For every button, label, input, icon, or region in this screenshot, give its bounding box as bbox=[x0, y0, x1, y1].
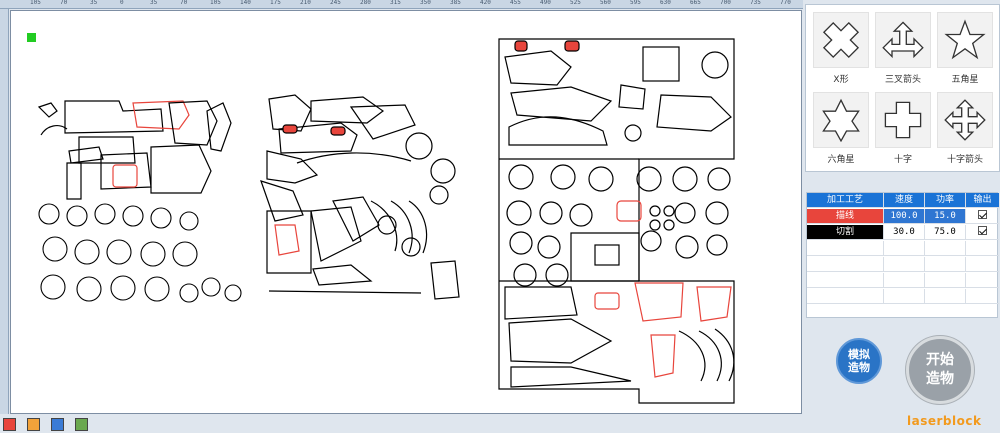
output-checkbox[interactable] bbox=[978, 226, 987, 235]
speed-value[interactable]: 30.0 bbox=[884, 225, 925, 240]
ruler-tick-label: 35 bbox=[90, 0, 98, 6]
shape-library-panel: X形 三叉箭头 五角星六角星 十字 十字箭头 bbox=[805, 4, 1000, 172]
ruler-tick-label: 455 bbox=[510, 0, 521, 6]
table-row-trace[interactable]: 描线 100.0 15.0 bbox=[807, 209, 999, 224]
table-header-row: 加工工艺 速度 功率 输出 bbox=[807, 193, 999, 208]
shape-label: 十字箭头 bbox=[946, 155, 983, 165]
ruler-tick-label: 385 bbox=[450, 0, 461, 6]
layer-color-swatch[interactable] bbox=[27, 418, 40, 431]
shape-label: 五角星 bbox=[951, 75, 979, 85]
speed-value[interactable]: 100.0 bbox=[884, 209, 925, 224]
table-empty-row bbox=[807, 273, 999, 288]
six-point-star-icon[interactable] bbox=[813, 92, 869, 148]
table-empty-row bbox=[807, 257, 999, 272]
ruler-tick-label: 105 bbox=[30, 0, 41, 6]
ruler-tick-label: 560 bbox=[600, 0, 611, 6]
simulate-button-label: 模拟 造物 bbox=[848, 348, 870, 374]
ruler-tick-label: 665 bbox=[690, 0, 701, 6]
ruler-tick-label: 735 bbox=[750, 0, 761, 6]
layer-color-palette bbox=[0, 416, 800, 433]
ruler-tick-label: 700 bbox=[720, 0, 731, 6]
part-group-middle bbox=[260, 94, 460, 300]
ruler-tick-label: 140 bbox=[240, 0, 251, 6]
ruler-tick-label: 105 bbox=[210, 0, 221, 6]
laser-app: 105 70 35 0 35 70 105 140 175 210 245 280 315 350 385 4… bbox=[0, 0, 1000, 433]
start-button-label: 开始 造物 bbox=[926, 352, 954, 387]
ruler-tick-label: 210 bbox=[300, 0, 311, 6]
brand-logo: laserblock bbox=[907, 414, 982, 428]
table-row-cut[interactable]: 切割 30.0 75.0 bbox=[807, 225, 999, 240]
power-value[interactable]: 75.0 bbox=[925, 225, 966, 240]
header-process: 加工工艺 bbox=[807, 193, 884, 208]
ruler-tick-label: 175 bbox=[270, 0, 281, 6]
ruler-tick-label: 595 bbox=[630, 0, 641, 6]
process-name-cut[interactable]: 切割 bbox=[807, 225, 884, 240]
vertical-ruler[interactable] bbox=[0, 9, 9, 414]
cut-parts-drawing[interactable] bbox=[11, 11, 801, 413]
ruler-tick-label: 280 bbox=[360, 0, 371, 6]
part-group-left bbox=[37, 100, 232, 200]
ruler-tick-label: 420 bbox=[480, 0, 491, 6]
design-canvas[interactable] bbox=[10, 10, 802, 414]
layer-color-swatch[interactable] bbox=[3, 418, 16, 431]
part-group-right bbox=[498, 38, 735, 404]
ruler-tick-label: 0 bbox=[120, 0, 124, 6]
start-button[interactable]: 开始 造物 bbox=[906, 336, 974, 404]
ruler-tick-label: 245 bbox=[330, 0, 341, 6]
layer-color-swatch[interactable] bbox=[75, 418, 88, 431]
ruler-tick-label: 490 bbox=[540, 0, 551, 6]
process-table: 加工工艺 速度 功率 输出 描线 100.0 15.0 切割 30.0 75.0 bbox=[806, 192, 999, 318]
ruler-tick-label: 70 bbox=[180, 0, 188, 6]
shape-item[interactable]: 五角星 bbox=[934, 9, 996, 87]
shape-label: X形 bbox=[833, 75, 849, 85]
table-empty-row bbox=[807, 289, 999, 304]
three-way-arrow-icon[interactable] bbox=[875, 12, 931, 68]
cross-arrow-icon[interactable] bbox=[937, 92, 993, 148]
five-point-star-icon[interactable] bbox=[937, 12, 993, 68]
shape-item[interactable]: X形 bbox=[810, 9, 872, 87]
simulate-button[interactable]: 模拟 造物 bbox=[836, 338, 882, 384]
shape-label: 三叉箭头 bbox=[884, 75, 921, 85]
shape-item[interactable]: 十字 bbox=[872, 89, 934, 167]
shape-item[interactable]: 三叉箭头 bbox=[872, 9, 934, 87]
x-shape-icon[interactable] bbox=[813, 12, 869, 68]
power-value[interactable]: 15.0 bbox=[925, 209, 966, 224]
gear-group-left bbox=[38, 203, 242, 303]
ruler-tick-label: 630 bbox=[660, 0, 671, 6]
shape-item[interactable]: 六角星 bbox=[810, 89, 872, 167]
output-checkbox-cell[interactable] bbox=[966, 209, 999, 224]
ruler-tick-label: 525 bbox=[570, 0, 581, 6]
ruler-tick-label: 315 bbox=[390, 0, 401, 6]
ruler-tick-label: 770 bbox=[780, 0, 791, 6]
shape-label: 十字 bbox=[893, 155, 912, 165]
ruler-tick-label: 35 bbox=[150, 0, 158, 6]
ruler-tick-label: 70 bbox=[60, 0, 68, 6]
header-output: 输出 bbox=[966, 193, 999, 208]
horizontal-ruler[interactable]: 105 70 35 0 35 70 105 140 175 210 245 280 315 350 385 4… bbox=[0, 0, 803, 9]
table-empty-row bbox=[807, 241, 999, 256]
layer-color-swatch[interactable] bbox=[51, 418, 64, 431]
cross-icon[interactable] bbox=[875, 92, 931, 148]
ruler-tick-label: 350 bbox=[420, 0, 431, 6]
shape-label: 六角星 bbox=[827, 155, 855, 165]
output-checkbox-cell[interactable] bbox=[966, 225, 999, 240]
process-name-trace[interactable]: 描线 bbox=[807, 209, 884, 224]
header-speed: 速度 bbox=[884, 193, 925, 208]
shape-item[interactable]: 十字箭头 bbox=[934, 89, 996, 167]
header-power: 功率 bbox=[925, 193, 966, 208]
output-checkbox[interactable] bbox=[978, 210, 987, 219]
